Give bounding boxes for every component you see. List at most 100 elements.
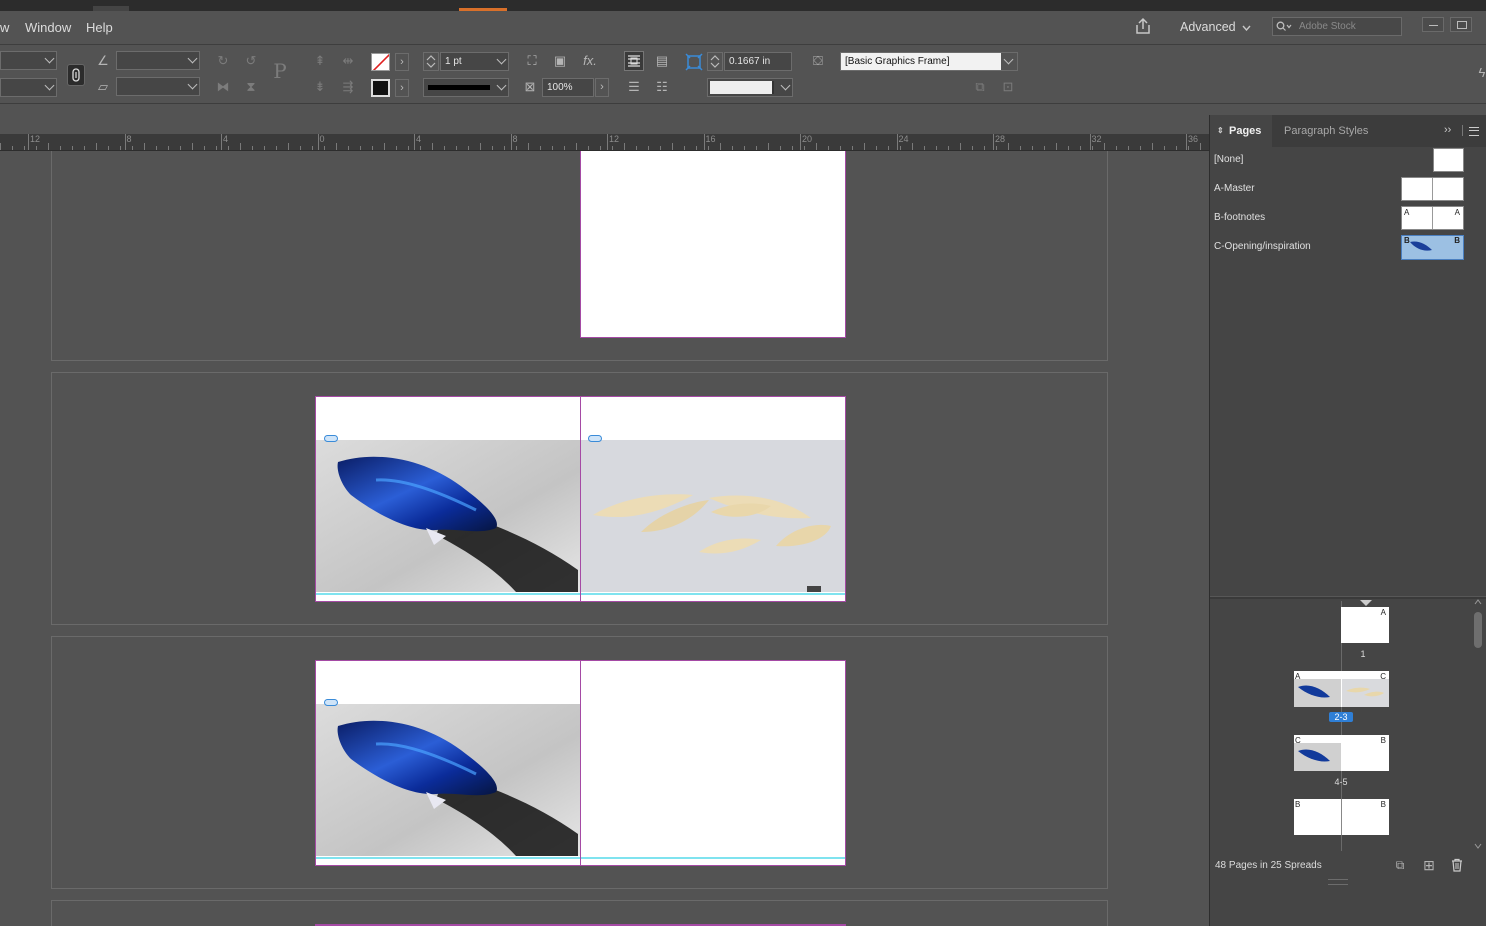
flip-vertical-icon[interactable]: ⧗ — [241, 77, 261, 97]
shear-angle-field[interactable] — [116, 77, 200, 96]
corner-shape-select[interactable] — [707, 78, 793, 97]
fill-menu-arrow[interactable]: › — [395, 53, 409, 71]
panel-tab-bar: ⇕ Pages Paragraph Styles ›› — [1210, 115, 1486, 147]
ruler-minor-tick — [912, 143, 913, 150]
ruler-tick-label: 24 — [898, 134, 909, 144]
link-badge-icon[interactable] — [324, 435, 338, 442]
wrap-object-shape-icon[interactable]: ☰ — [624, 77, 644, 97]
page-3[interactable] — [580, 396, 846, 602]
fill-swatch[interactable] — [371, 53, 390, 71]
link-badge-icon[interactable] — [324, 699, 338, 706]
menu-window[interactable]: Window — [25, 20, 71, 35]
panel-menu-icon[interactable] — [1469, 127, 1479, 136]
link-badge-icon[interactable] — [588, 435, 602, 442]
horizontal-ruler[interactable]: 12 8 4 0 4 8 12 16 20 24 28 32 36 — [0, 134, 1210, 151]
constrain-proportions-button[interactable] — [67, 64, 85, 86]
ruler-minor-tick — [48, 143, 49, 150]
flip-horizontal-icon[interactable]: ⧓ — [213, 77, 233, 97]
scroll-down-icon[interactable] — [1474, 843, 1482, 849]
drop-shadow-icon[interactable]: ▣ — [550, 51, 570, 71]
wrap-jump-object-icon[interactable]: ☷ — [652, 77, 672, 97]
stroke-weight-field[interactable]: 1 pt — [440, 52, 509, 71]
offset-field[interactable]: 0.1667 in — [724, 52, 792, 71]
reference-point-icon[interactable]: P — [270, 61, 290, 81]
stroke-weight-stepper[interactable] — [423, 52, 439, 71]
page-5[interactable] — [580, 660, 846, 866]
rotate-cw-icon[interactable]: ↻ — [213, 51, 233, 71]
offset-stepper[interactable] — [707, 52, 723, 71]
chevron-down-icon[interactable] — [1242, 25, 1251, 31]
page-1-thumb[interactable]: A — [1341, 607, 1389, 643]
trash-icon[interactable] — [1450, 858, 1464, 872]
tab-pages[interactable]: ⇕ Pages — [1210, 115, 1272, 147]
page-2[interactable] — [315, 396, 581, 602]
master-a-thumb[interactable] — [1401, 177, 1464, 201]
effects-button[interactable]: fx. — [580, 51, 600, 71]
page-1[interactable] — [580, 151, 846, 338]
edit-page-size-icon[interactable]: ⧉ — [1390, 855, 1410, 875]
master-b-thumb[interactable]: A A — [1401, 206, 1464, 230]
master-none-thumb[interactable] — [1433, 148, 1464, 172]
object-style-dropdown[interactable] — [1001, 53, 1017, 70]
share-icon[interactable] — [1134, 17, 1152, 35]
page-count-status: 48 Pages in 25 Spreads — [1215, 860, 1322, 871]
adobe-stock-search[interactable]: Adobe Stock — [1272, 17, 1402, 36]
select-next-icon[interactable]: ⇶ — [338, 77, 358, 97]
opacity-menu-arrow[interactable]: › — [595, 78, 609, 97]
spread-6-7[interactable] — [51, 900, 1108, 926]
image-frame-pods[interactable] — [581, 440, 845, 592]
document-canvas[interactable] — [0, 151, 1210, 926]
ruler-minor-tick — [288, 143, 289, 150]
ruler-minor-tick — [468, 146, 469, 150]
maximize-button[interactable] — [1450, 17, 1472, 32]
object-style-icon[interactable]: ⛋ — [808, 51, 828, 71]
workspace-switcher[interactable]: Advanced — [1180, 20, 1236, 34]
new-page-icon[interactable]: ⊞ — [1419, 855, 1439, 875]
spread-2-3-label-selected[interactable]: 2-3 — [1329, 712, 1353, 722]
stroke-type-select[interactable] — [423, 78, 509, 97]
text-wrap-none-button[interactable] — [624, 51, 644, 71]
y-position-field[interactable] — [0, 78, 57, 97]
object-style-select[interactable]: [Basic Graphics Frame] — [840, 52, 1018, 71]
image-frame-blue-shape[interactable] — [316, 704, 580, 856]
rotate-ccw-icon[interactable]: ↺ — [241, 51, 261, 71]
select-container-icon[interactable]: ⇞ — [310, 51, 330, 71]
resize-grip[interactable] — [1328, 879, 1348, 885]
menu-help[interactable]: Help — [86, 20, 113, 35]
wrap-bounding-box-icon[interactable]: ▤ — [652, 51, 672, 71]
image-frame-blue-shape[interactable] — [316, 440, 580, 592]
scroll-thumb[interactable] — [1474, 612, 1482, 648]
x-position-field[interactable] — [0, 51, 57, 70]
master-c-left-prefix: B — [1404, 236, 1410, 245]
page-4[interactable] — [315, 660, 581, 866]
select-content-icon[interactable]: ⇟ — [310, 77, 330, 97]
master-c[interactable]: C-Opening/inspiration — [1214, 241, 1311, 252]
minimize-button[interactable] — [1422, 17, 1444, 32]
spread-4-5-thumb[interactable]: C B — [1294, 735, 1389, 771]
menu-view[interactable]: w — [0, 20, 9, 35]
ruler-tick-label: 12 — [30, 134, 41, 144]
master-a[interactable]: A-Master — [1214, 183, 1255, 194]
clear-overrides-icon[interactable]: ⧉ — [970, 77, 990, 97]
auto-fit-corner-icon[interactable] — [685, 53, 703, 71]
panel-collapse-icon[interactable]: ›› — [1444, 124, 1451, 136]
clear-non-style-icon[interactable]: ⊡ — [998, 77, 1018, 97]
quick-apply-icon[interactable]: ϟ — [1472, 63, 1486, 83]
panel-split-divider[interactable] — [1210, 596, 1486, 599]
fit-frame-icon[interactable]: ⛶ — [522, 51, 542, 71]
opacity-field[interactable]: 100% — [542, 78, 594, 97]
select-previous-icon[interactable]: ⇹ — [338, 51, 358, 71]
tab-paragraph-styles[interactable]: Paragraph Styles — [1284, 115, 1368, 147]
master-c-thumb[interactable]: B B — [1401, 235, 1464, 260]
pages-scrollbar[interactable] — [1473, 599, 1483, 853]
ruler-minor-tick — [276, 146, 277, 150]
spread-2-3-thumb[interactable]: A C — [1294, 671, 1389, 707]
scroll-up-icon[interactable] — [1474, 599, 1482, 605]
spread-6-7-thumb[interactable]: B B — [1294, 799, 1389, 835]
master-b[interactable]: B-footnotes — [1214, 212, 1265, 223]
ruler-minor-tick — [564, 146, 565, 150]
master-none[interactable]: [None] — [1214, 154, 1243, 165]
stroke-swatch[interactable] — [371, 79, 390, 97]
rotation-angle-field[interactable] — [116, 51, 200, 70]
stroke-menu-arrow[interactable]: › — [395, 79, 409, 97]
